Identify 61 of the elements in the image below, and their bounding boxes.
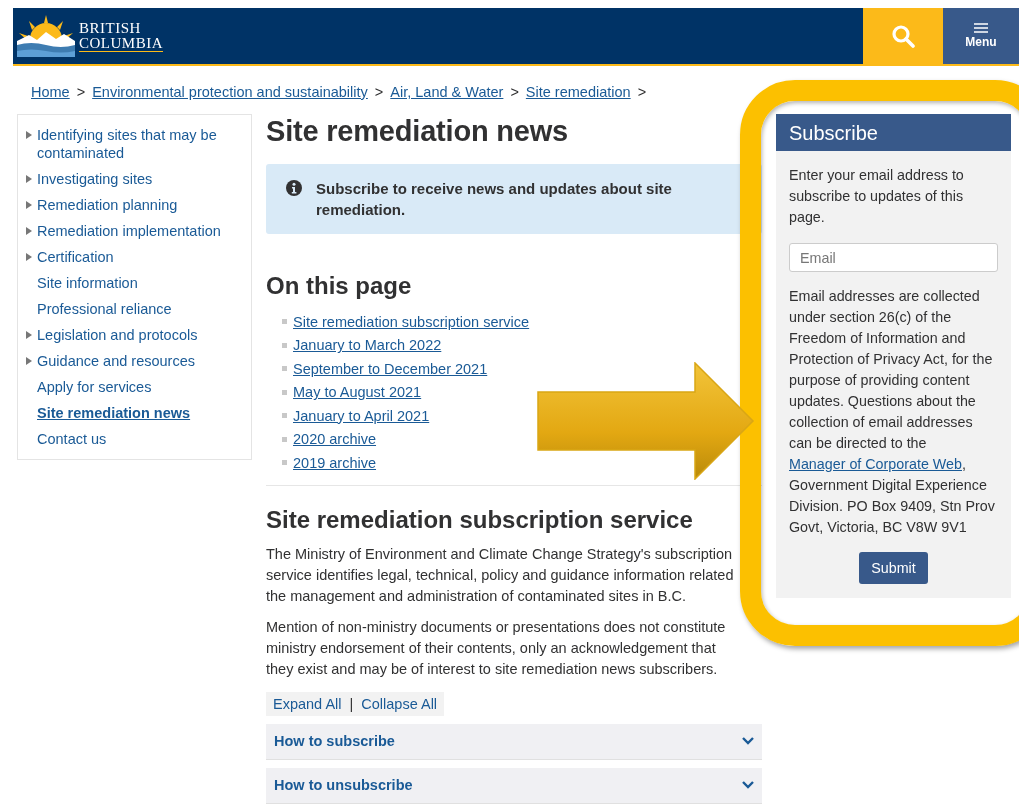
section-heading: On this page [266, 272, 413, 300]
side-nav-link[interactable]: Remediation planning [37, 196, 178, 214]
page-link[interactable]: May to August 2021 [293, 384, 422, 401]
paragraph: Mention of non-ministry documents or presentations does not constitute ministry endorsement of their contents, only an acknowledgement that they exist and may be of interest to site remediation news subscribers. [266, 617, 727, 679]
side-nav-link[interactable]: Professional reliance [37, 300, 172, 318]
side-nav-link[interactable]: Site information [37, 274, 138, 292]
accordion-header[interactable]: How to subscribe [266, 723, 762, 760]
alert-text: Subscribe to receive news and updates about site remediation. [316, 179, 673, 220]
bullet-icon [282, 342, 287, 348]
chevron-down-icon [742, 781, 754, 789]
paragraph: The Ministry of Environment and Climate Change Strategy's subscription service identifies legal, technical, policy and guidance information related the management and administration of contaminated sites in B.C. [266, 544, 735, 606]
breadcrumb-link[interactable]: Site remediation [525, 84, 631, 100]
breadcrumb-separator: > [374, 84, 384, 100]
side-nav-link[interactable]: Certification [37, 248, 114, 266]
breadcrumb-separator: > [637, 84, 647, 100]
page-link[interactable]: Site remediation subscription service [293, 313, 530, 330]
corporate-web-link[interactable]: Manager of Corporate Web [789, 456, 962, 472]
search-button[interactable] [863, 8, 943, 64]
side-nav-link[interactable]: Identifying sites that may be contaminated [37, 126, 243, 162]
section-heading: Site remediation subscription service [266, 505, 694, 534]
side-nav-link[interactable]: Guidance and resources [37, 352, 195, 370]
side-nav-link[interactable]: Contact us [37, 430, 107, 448]
logo-text: COLUMBIA [79, 35, 163, 52]
page-link[interactable]: January to April 2021 [293, 407, 430, 424]
bullet-icon [282, 366, 287, 372]
bullet-icon [282, 389, 287, 395]
search-icon [891, 24, 915, 48]
info-icon [286, 180, 302, 196]
chevron-down-icon [742, 737, 754, 745]
bullet-icon [282, 319, 287, 325]
panel-title: Subscribe [776, 114, 1011, 151]
bullet-icon [282, 413, 287, 419]
page-link[interactable]: September to December 2021 [293, 360, 488, 377]
breadcrumb-separator: > [76, 84, 86, 100]
intro-text: Enter your email address to subscribe to updates of this page. [789, 166, 965, 227]
side-nav-link[interactable]: Site remediation news [37, 404, 191, 422]
breadcrumb-separator: > [510, 84, 519, 100]
menu-icon [974, 23, 988, 33]
page-title: Site remediation news [266, 114, 569, 148]
side-nav-link[interactable]: Investigating sites [37, 170, 153, 188]
logo-text: BRITISH [79, 20, 141, 36]
sunrise-logo-icon [17, 15, 75, 57]
bullet-icon [282, 460, 287, 466]
expand-all-link[interactable]: Expand All [273, 695, 342, 712]
separator-text: | [349, 695, 354, 712]
collapse-all-link[interactable]: Collapse All [361, 695, 438, 712]
page-link[interactable]: 2020 archive [293, 431, 377, 448]
side-nav-link[interactable]: Remediation implementation [37, 222, 221, 240]
breadcrumb-link[interactable]: Environmental protection and sustainability [92, 84, 368, 100]
submit-button[interactable]: Submit [859, 552, 928, 584]
accordion-header[interactable]: How to unsubscribe [266, 767, 762, 804]
breadcrumb-link[interactable]: Home [31, 84, 70, 100]
side-nav-link[interactable]: Legislation and protocols [37, 326, 198, 344]
privacy-notice: Email addresses are collected under section 26(c) of the Freedom of Information and Protection of Privacy Act, for the purpose of providing content updates. Questions about the collection of email addresses can be directed to the Manager of Corporate Web, Government Digital Experience Division. PO Box 9409, Stn Prov Govt, Victoria, BC V8W 9V1 [789, 287, 996, 537]
email-field[interactable]: Email [789, 243, 998, 272]
page-link[interactable]: 2019 archive [293, 454, 377, 471]
side-nav-link[interactable]: Apply for services [37, 378, 152, 396]
menu-button[interactable]: Menu [943, 8, 1019, 64]
bullet-icon [282, 436, 287, 442]
page-link[interactable]: January to March 2022 [293, 337, 442, 354]
breadcrumb-link[interactable]: Air, Land & Water [390, 84, 504, 100]
